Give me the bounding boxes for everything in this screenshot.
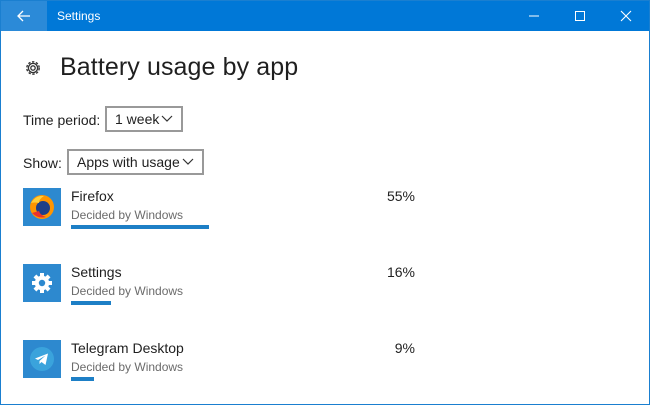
time-period-value: 1 week: [115, 111, 160, 127]
app-name: Telegram Desktop: [71, 340, 184, 356]
time-period-dropdown[interactable]: 1 week: [105, 106, 183, 132]
gear-icon: [26, 60, 40, 75]
minimize-icon: [529, 15, 539, 17]
page-title: Battery usage by app: [60, 53, 299, 81]
app-status: Decided by Windows: [71, 284, 184, 298]
settings-gear-icon: [32, 273, 52, 293]
app-row-telegram[interactable]: Telegram Desktop Decided by Windows 9%: [23, 340, 443, 400]
usage-bar-fill: [71, 377, 94, 381]
app-tile: [23, 264, 61, 302]
window-title: Settings: [57, 9, 101, 23]
usage-bar: [71, 301, 411, 305]
maximize-button[interactable]: [557, 1, 603, 31]
app-row-firefox[interactable]: Firefox Decided by Windows 55%: [23, 188, 443, 248]
app-percent: 9%: [394, 340, 415, 356]
app-tile: [23, 340, 61, 378]
back-button[interactable]: [1, 1, 47, 31]
usage-bar-fill: [71, 225, 209, 229]
show-value: Apps with usage: [77, 154, 180, 170]
app-tile: [23, 188, 61, 226]
settings-window: Settings Battery usage by app Time perio…: [0, 0, 650, 405]
telegram-icon: [30, 347, 54, 371]
minimize-button[interactable]: [511, 1, 557, 31]
chevron-down-icon: [161, 115, 173, 122]
chevron-down-icon: [182, 158, 194, 165]
app-status: Decided by Windows: [71, 360, 184, 374]
app-row-settings[interactable]: Settings Decided by Windows 16%: [23, 264, 443, 324]
usage-bar: [71, 225, 411, 229]
app-name: Firefox: [71, 188, 114, 204]
app-name: Settings: [71, 264, 122, 280]
title-bar: Settings: [1, 1, 649, 31]
usage-bar: [71, 377, 411, 381]
show-dropdown[interactable]: Apps with usage: [67, 149, 204, 175]
time-period-label: Time period:: [23, 112, 101, 128]
maximize-icon: [575, 11, 585, 21]
app-percent: 16%: [386, 264, 415, 280]
close-button[interactable]: [603, 1, 649, 31]
firefox-icon: [30, 195, 54, 219]
back-arrow-icon: [17, 10, 30, 22]
show-label: Show:: [23, 155, 62, 171]
page-header: Battery usage by app: [23, 53, 298, 82]
close-icon: [620, 10, 632, 22]
usage-bar-fill: [71, 301, 111, 305]
app-status: Decided by Windows: [71, 208, 184, 222]
app-percent: 55%: [386, 188, 415, 204]
